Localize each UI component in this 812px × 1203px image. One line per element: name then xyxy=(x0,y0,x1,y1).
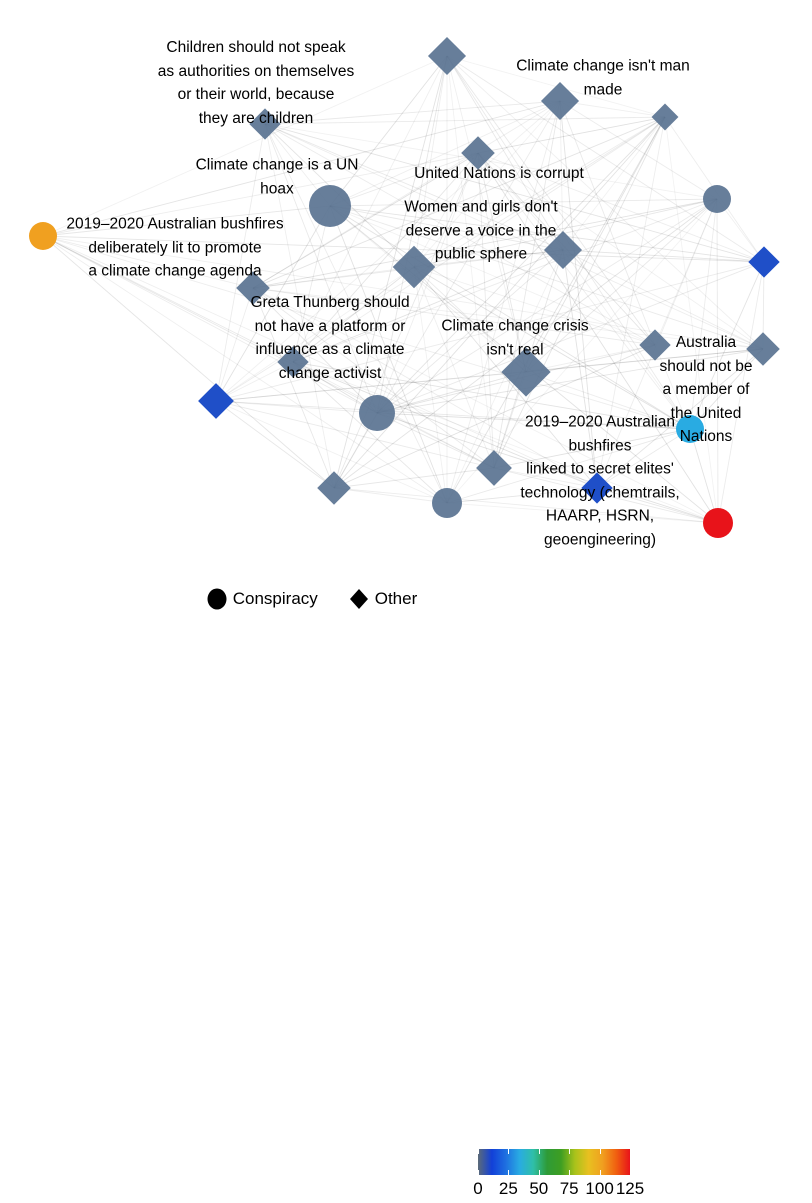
colorbar-tick-labels: 0 25 50 75 100 125 xyxy=(450,1179,670,1203)
colorbar-tick-label: 100 xyxy=(585,1179,614,1198)
graph-node-circle[interactable] xyxy=(703,508,733,538)
colorbar-tick xyxy=(569,1170,571,1175)
graph-edge xyxy=(596,348,764,489)
graph-edge xyxy=(264,116,666,125)
colorbar-tick-label: 75 xyxy=(559,1179,579,1198)
graph-edge xyxy=(664,116,719,524)
colorbar-tick-label: 50 xyxy=(529,1179,549,1198)
graph-edge xyxy=(264,123,564,251)
colorbar-tick-label: 0 xyxy=(473,1179,483,1198)
graph-edge xyxy=(42,152,479,237)
circle-marker-icon xyxy=(207,588,227,610)
graph-node-diamond[interactable] xyxy=(317,471,351,505)
colorbar-tick xyxy=(508,1170,510,1175)
graph-edge xyxy=(717,261,765,524)
graph-node-circle[interactable] xyxy=(29,222,57,250)
graph-edge xyxy=(376,55,448,414)
colorbar-tick xyxy=(599,1170,601,1175)
graph-edge xyxy=(333,487,719,524)
graph-node-circle[interactable] xyxy=(309,185,351,227)
graph-node-diamond[interactable] xyxy=(581,472,613,504)
graph-node-circle[interactable] xyxy=(676,415,704,443)
graph-node-circle[interactable] xyxy=(432,488,462,518)
figure-legend: Conspiracy Other 0 25 50 75 100 125 xyxy=(0,572,812,1198)
node-layer xyxy=(29,36,780,538)
graph-node-diamond[interactable] xyxy=(746,332,780,366)
graph-node-diamond[interactable] xyxy=(501,347,551,397)
colorbar-tick xyxy=(538,1149,540,1154)
graph-node-diamond[interactable] xyxy=(427,36,467,76)
graph-edge xyxy=(559,100,718,200)
network-canvas xyxy=(29,36,780,538)
legend-label-other: Other xyxy=(374,589,418,608)
graph-edge xyxy=(42,235,254,289)
graph-node-diamond[interactable] xyxy=(461,136,495,170)
graph-node-diamond[interactable] xyxy=(277,346,309,378)
colorbar xyxy=(478,1149,631,1175)
colorbar-tick xyxy=(599,1149,601,1154)
legend-entry-conspiracy: Conspiracy xyxy=(206,588,318,610)
legend-label-conspiracy: Conspiracy xyxy=(232,589,318,608)
graph-edge xyxy=(562,249,764,350)
colorbar-tick xyxy=(478,1170,479,1175)
edge-layer xyxy=(42,55,765,524)
graph-edge xyxy=(292,361,719,524)
graph-edge xyxy=(689,198,718,430)
graph-node-diamond[interactable] xyxy=(748,246,780,278)
graph-edge xyxy=(376,371,527,414)
graph-node-diamond[interactable] xyxy=(540,81,580,121)
colorbar-gradient xyxy=(478,1149,630,1175)
colorbar-tick xyxy=(508,1149,510,1154)
graph-edge xyxy=(525,198,718,373)
graph-edge xyxy=(562,249,691,430)
graph-edge xyxy=(446,116,666,504)
colorbar-tick xyxy=(630,1149,631,1154)
legend-entry-other: Other xyxy=(348,588,417,610)
graph-edge xyxy=(264,123,335,489)
graph-node-diamond[interactable] xyxy=(198,383,234,419)
graph-edge xyxy=(42,235,448,504)
graph-edge xyxy=(42,205,331,237)
network-graph-figure: Children should not speak as authorities… xyxy=(0,0,812,1198)
graph-edge xyxy=(292,205,331,363)
graph-edge xyxy=(333,467,495,489)
graph-edge xyxy=(329,55,448,207)
colorbar-tick xyxy=(569,1149,571,1154)
colorbar-tick-label: 125 xyxy=(615,1179,645,1198)
graph-node-circle[interactable] xyxy=(703,185,731,213)
colorbar-tick xyxy=(538,1170,540,1175)
graph-edge xyxy=(477,152,564,251)
graph-node-circle[interactable] xyxy=(359,395,395,431)
graph-node-diamond[interactable] xyxy=(476,450,512,486)
diamond-marker-icon xyxy=(350,589,368,609)
graph-edge xyxy=(252,287,378,414)
colorbar-tick-label: 25 xyxy=(498,1179,518,1198)
graph-edge xyxy=(716,198,719,524)
graph-edge xyxy=(446,487,598,504)
graph-edge xyxy=(215,400,691,430)
colorbar-tick xyxy=(630,1170,631,1175)
colorbar-tick xyxy=(478,1149,479,1154)
